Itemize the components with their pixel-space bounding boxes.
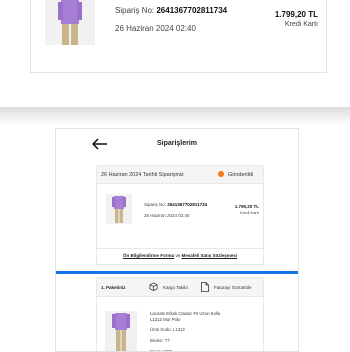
orders-screen: Siparişlerim 26 Haziran 2024 Tarihli Sip… xyxy=(55,128,299,352)
order-amount: 1.799,20 TL xyxy=(274,10,318,19)
product-size: Beden: T7 xyxy=(150,338,170,343)
highlight-divider xyxy=(56,271,298,274)
package-body: Lacoste Erkek Classic Fit Uzun Kollu L12… xyxy=(97,297,263,351)
order-date: 26 Haziran 2024 02:40 xyxy=(144,213,190,218)
order-card-body: Sipariş No: 2641367702811734 26 Haziran … xyxy=(97,184,263,248)
distance-sales-link[interactable]: Mesafeli Satış Sözleşmesi xyxy=(182,253,238,258)
package-card: 1. Paketiniz Kargo Takibi Faturayı Görün… xyxy=(96,277,264,351)
package-header: 1. Paketiniz Kargo Takibi Faturayı Görün… xyxy=(97,278,263,297)
cargo-box-icon[interactable] xyxy=(149,282,158,291)
product-name[interactable]: Lacoste Erkek Classic Fit Uzun Kollu L12… xyxy=(150,311,228,322)
document-icon[interactable] xyxy=(201,282,209,292)
product-thumbnail[interactable] xyxy=(105,311,137,351)
payment-method: Kredi Kartı xyxy=(240,210,259,215)
section-divider xyxy=(0,107,350,125)
product-code: Ürün Kodu: L1312 xyxy=(150,327,185,332)
view-invoice-button[interactable]: Faturayı Görüntüle xyxy=(214,285,252,290)
order-heading: 26 Haziran 2024 Tarihli Siparişiniz xyxy=(101,172,184,178)
order-number: Sipariş No: 2641367702811734 xyxy=(144,202,208,207)
product-image xyxy=(112,196,126,223)
agreements-bar: Ön Bilgilendirme Formu ve Mesafeli Satış… xyxy=(96,247,264,265)
order-number: Sipariş No: 2641367702811734 xyxy=(115,6,228,15)
status-dot-icon xyxy=(218,171,224,177)
connector-text: ve xyxy=(175,253,181,258)
cargo-tracking-button[interactable]: Kargo Takibi xyxy=(163,285,188,290)
preliminary-info-link[interactable]: Ön Bilgilendirme Formu xyxy=(123,253,174,258)
nav-bar: Siparişlerim xyxy=(56,129,298,159)
order-card[interactable]: 26 Haziran 2024 Tarihli Siparişiniz Gönd… xyxy=(96,165,264,249)
payment-method: Kredi Kartı xyxy=(284,21,318,28)
order-card-header: 26 Haziran 2024 Tarihli Siparişiniz Gönd… xyxy=(97,166,263,184)
status-text: Gönderildi xyxy=(228,172,254,178)
package-title: 1. Paketiniz xyxy=(101,285,126,290)
product-image xyxy=(58,0,82,45)
previous-screen-section: Sipariş No: 2641367702811734 26 Haziran … xyxy=(0,0,350,107)
page-title: Siparişlerim xyxy=(156,140,198,147)
product-image xyxy=(112,313,130,351)
product-thumbnail[interactable] xyxy=(45,0,95,45)
order-date: 26 Haziran 2024 02:40 xyxy=(115,24,196,33)
product-thumbnail[interactable] xyxy=(106,194,132,224)
order-amount: 1.799,20 TL xyxy=(234,204,259,209)
